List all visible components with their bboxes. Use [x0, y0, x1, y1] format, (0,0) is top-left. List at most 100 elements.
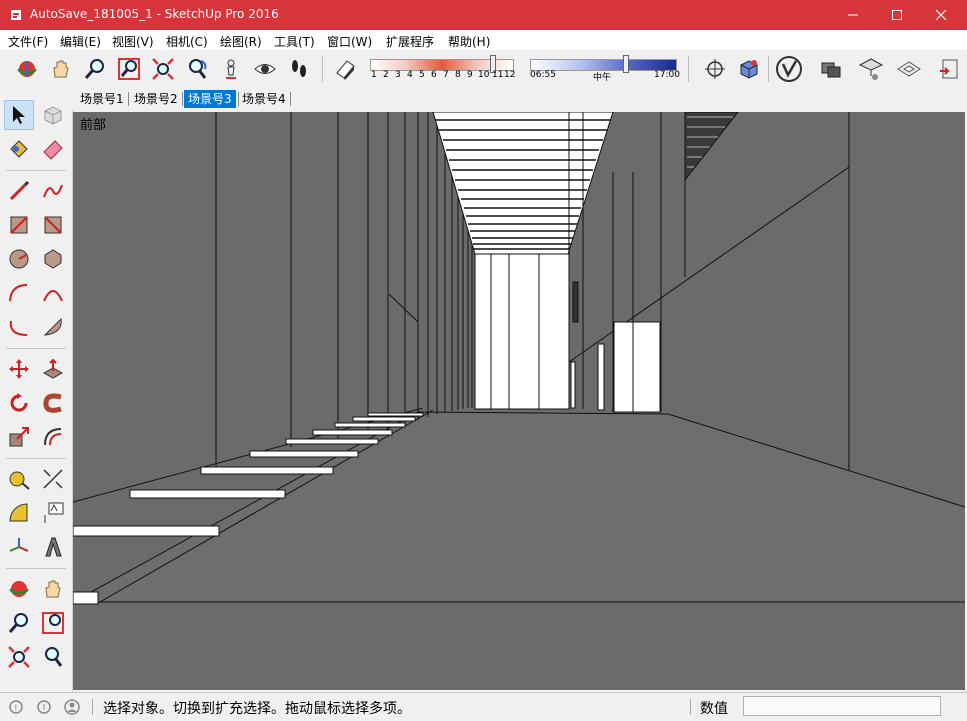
zoom-extents-icon	[152, 58, 174, 80]
three-point-arc-tool[interactable]	[4, 312, 34, 342]
status-message: 选择对象。切换到扩充选择。拖动鼠标选择多项。	[103, 701, 411, 717]
zoom-extents-button[interactable]	[148, 54, 178, 84]
orbit-tool[interactable]	[4, 574, 34, 604]
follow-me-tool[interactable]	[38, 388, 68, 418]
month-label: 8	[455, 70, 461, 80]
minimize-icon	[848, 14, 858, 16]
component-button[interactable]	[734, 54, 764, 84]
zoom-window-tool[interactable]	[38, 608, 68, 638]
user-icon[interactable]	[64, 699, 80, 715]
main-toolbar: 1 2 3 4 5 6 7 8 9 10 11 12 06:55 中午 17:0…	[0, 50, 967, 89]
time-noon-label: 中午	[593, 73, 612, 83]
menu-camera[interactable]: 相机(C)	[166, 33, 208, 50]
extension-button[interactable]	[934, 54, 964, 84]
vray-button[interactable]	[774, 54, 804, 84]
eraser-tool[interactable]	[38, 134, 68, 164]
scale-tool[interactable]	[4, 422, 34, 452]
menu-bar: 文件(F) 编辑(E) 视图(V) 相机(C) 绘图(R) 工具(T) 窗口(W…	[0, 30, 967, 50]
zoom-tool[interactable]	[4, 608, 34, 638]
rotate-tool[interactable]	[4, 388, 34, 418]
look-around-button[interactable]	[250, 54, 280, 84]
tab-scene-4[interactable]: 场景号4	[238, 90, 290, 108]
geo-location-icon[interactable]: !	[8, 699, 24, 715]
arc-tool[interactable]	[4, 278, 34, 308]
tab-scene-3[interactable]: 场景号3	[184, 90, 236, 108]
layout-icon	[897, 61, 921, 77]
previous-view-tool[interactable]	[38, 642, 68, 672]
minimize-button[interactable]	[830, 0, 876, 30]
section-plane-icon	[705, 59, 725, 79]
tape-measure-tool[interactable]	[4, 464, 34, 494]
material-stack-icon	[821, 62, 841, 78]
menu-draw[interactable]: 绘图(R)	[220, 33, 262, 50]
orbit-button[interactable]	[12, 54, 42, 84]
model-viewport[interactable]	[73, 112, 965, 690]
zoom-extents-tool[interactable]	[4, 642, 34, 672]
menu-edit[interactable]: 编辑(E)	[60, 33, 101, 50]
freehand-tool[interactable]	[38, 176, 68, 206]
line-tool[interactable]	[4, 176, 34, 206]
time-end-label: 17:00	[654, 70, 680, 80]
text-tool[interactable]	[38, 498, 68, 528]
orbit-icon	[9, 581, 29, 597]
rectangle-tool[interactable]	[4, 210, 34, 240]
previous-view-button[interactable]	[182, 54, 212, 84]
push-pull-icon	[42, 358, 64, 379]
pencil-icon	[9, 180, 30, 201]
measurements-input[interactable]	[743, 696, 941, 716]
menu-view[interactable]: 视图(V)	[112, 33, 154, 50]
select-tool[interactable]	[4, 100, 34, 130]
walk-button[interactable]	[284, 54, 314, 84]
zoom-window-button[interactable]	[114, 54, 144, 84]
layout-button[interactable]	[894, 54, 924, 84]
axes-tool[interactable]	[4, 532, 34, 562]
month-label: 7	[443, 70, 449, 80]
push-pull-tool[interactable]	[38, 354, 68, 384]
polygon-tool[interactable]	[38, 244, 68, 274]
rectangle-icon	[10, 216, 28, 234]
tab-scene-1[interactable]: 场景号1	[76, 90, 128, 108]
material-stack-button[interactable]	[816, 54, 846, 84]
menu-extensions[interactable]: 扩展程序	[386, 33, 434, 50]
two-point-arc-tool[interactable]	[38, 278, 68, 308]
month-label: 4	[407, 70, 413, 80]
protractor-tool[interactable]	[4, 498, 34, 528]
month-label: 6	[431, 70, 437, 80]
maximize-button[interactable]	[874, 0, 920, 30]
paint-bucket-tool[interactable]	[4, 134, 34, 164]
offset-tool[interactable]	[38, 422, 68, 452]
zoom-button[interactable]	[80, 54, 110, 84]
toolbar-separator	[768, 56, 769, 82]
circle-tool[interactable]	[4, 244, 34, 274]
protractor-icon	[9, 503, 28, 522]
zoom-window-icon	[118, 58, 140, 80]
extension-icon	[940, 59, 958, 79]
vray-icon	[776, 56, 802, 82]
move-tool[interactable]	[4, 354, 34, 384]
menu-file[interactable]: 文件(F)	[8, 33, 48, 50]
pan-icon	[53, 60, 69, 78]
menu-window[interactable]: 窗口(W)	[327, 33, 372, 50]
pan-tool[interactable]	[38, 574, 68, 604]
dimension-tool[interactable]	[38, 464, 68, 494]
section-plane-button[interactable]	[700, 54, 730, 84]
month-label: 9	[467, 70, 473, 80]
close-button[interactable]	[918, 0, 964, 30]
make-component-tool[interactable]	[38, 100, 68, 130]
maximize-icon	[892, 10, 902, 20]
pie-tool[interactable]	[38, 312, 68, 342]
credits-icon[interactable]	[36, 699, 52, 715]
3d-text-tool[interactable]	[38, 532, 68, 562]
palette-separator	[6, 568, 66, 569]
menu-tools[interactable]: 工具(T)	[274, 33, 315, 50]
follow-me-icon	[43, 393, 62, 413]
time-slider-handle[interactable]	[623, 55, 629, 73]
menu-help[interactable]: 帮助(H)	[448, 33, 490, 50]
rotated-rectangle-tool[interactable]	[38, 210, 68, 240]
tab-scene-2[interactable]: 场景号2	[130, 90, 182, 108]
shadow-settings-button[interactable]	[330, 54, 360, 84]
position-camera-button[interactable]	[216, 54, 246, 84]
warehouse-button[interactable]	[856, 54, 886, 84]
palette-separator	[6, 170, 66, 171]
pan-button[interactable]	[46, 54, 76, 84]
